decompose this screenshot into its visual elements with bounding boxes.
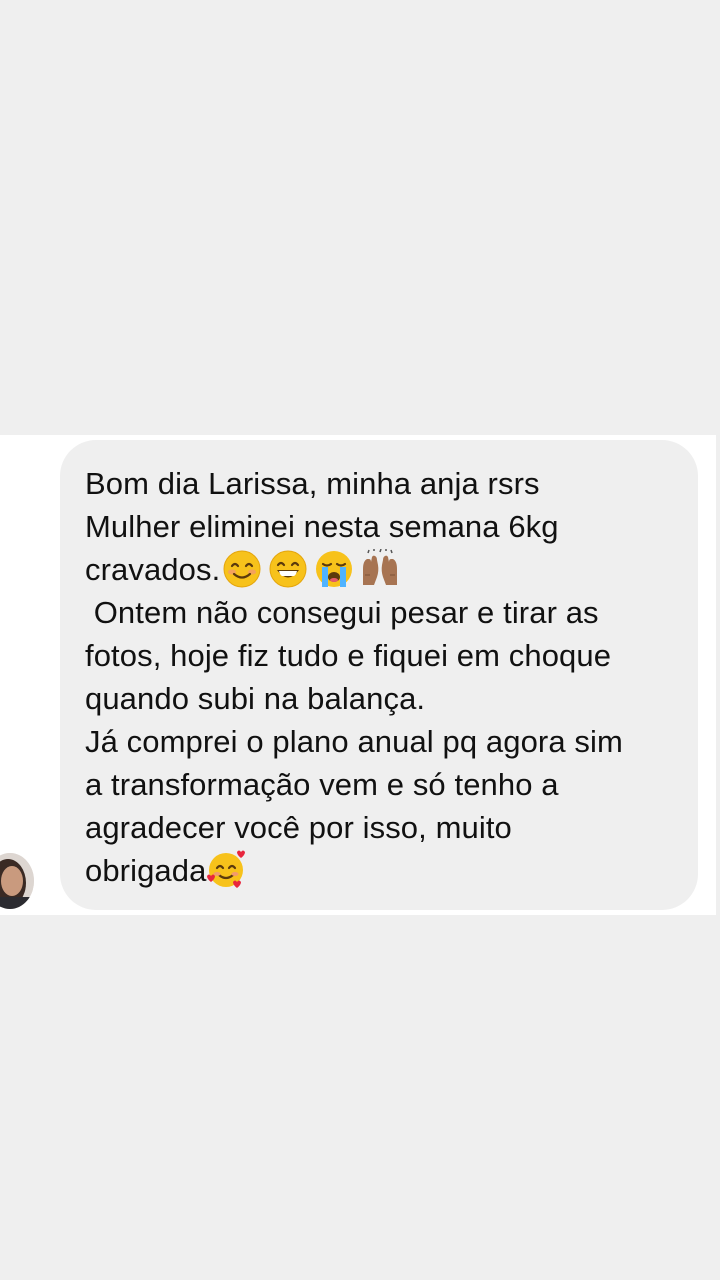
smiling-face-with-hearts-icon bbox=[206, 849, 246, 889]
message-line: Bom dia Larissa, minha anja rsrs bbox=[85, 466, 540, 501]
message-line-text: obrigada bbox=[85, 853, 207, 888]
raising-hands-icon bbox=[360, 549, 400, 589]
grinning-face-icon bbox=[268, 549, 308, 589]
message-line: fotos, hoje fiz tudo e fiquei em choque bbox=[85, 638, 612, 673]
message-line: a transformação vem e só tenho a bbox=[85, 767, 559, 802]
message-line: Ontem não consegui pesar e tirar as bbox=[85, 595, 599, 630]
loudly-crying-face-icon bbox=[314, 549, 354, 589]
message-line: Mulher eliminei nesta semana 6kg bbox=[85, 509, 559, 544]
message-line: quando subi na balança. bbox=[85, 681, 426, 716]
message-line: agradecer você por isso, muito bbox=[85, 810, 512, 845]
message-line: Já comprei o plano anual pq agora sim bbox=[85, 724, 623, 759]
chat-strip: Bom dia Larissa, minha anja rsrs Mulher … bbox=[0, 435, 716, 915]
message-bubble[interactable]: Bom dia Larissa, minha anja rsrs Mulher … bbox=[60, 440, 698, 910]
emoji-group bbox=[222, 549, 400, 589]
message-line-text: cravados. bbox=[85, 552, 221, 587]
avatar[interactable] bbox=[0, 853, 34, 909]
message-line-with-emojis: cravados. bbox=[85, 548, 680, 591]
smiling-face-icon bbox=[222, 549, 262, 589]
message-line-with-emoji: obrigada bbox=[85, 849, 680, 892]
